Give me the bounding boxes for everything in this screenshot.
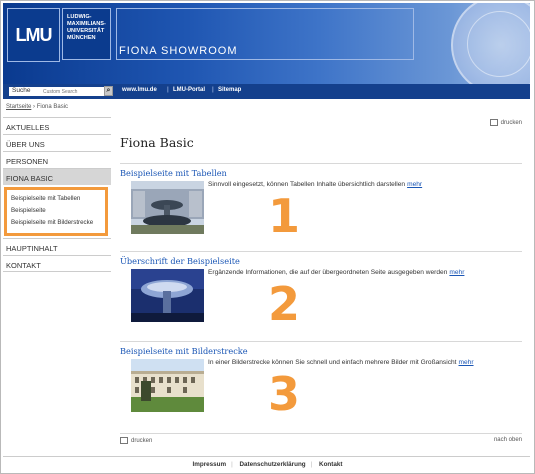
print-link-bottom[interactable]: drucken [120,437,152,444]
divider [120,341,522,342]
more-link[interactable]: mehr [459,359,474,366]
site-title: FIONA SHOWROOM [119,45,238,57]
top-navbar: Suche ⌕ www.lmu.de | LMU-Portal | Sitema… [3,84,530,99]
section-text: In einer Bilderstrecke können Sie schnel… [208,359,474,366]
university-name: LUDWIG- MAXIMILIANS- UNIVERSITÄT MÜNCHEN [62,8,111,60]
sidebar-item-hauptinhalt[interactable]: HAUPTINHALT [3,238,111,255]
footer-separator: | [231,461,233,468]
section-text: Sinnvoll eingesetzt, können Tabellen Inh… [208,181,423,188]
footer-link-datenschutz[interactable]: Datenschutzerklärung [240,461,306,468]
footer-separator: | [310,461,313,468]
nav-link-lmu[interactable]: www.lmu.de [122,87,157,93]
sidebar-item-aktuelles[interactable]: AKTUELLES [3,117,111,134]
breadcrumb-separator: › [33,104,36,110]
sidebar-submenu: Beispielseite mit Tabellen Beispielseite… [4,187,108,236]
submenu-item-beispielseite[interactable]: Beispielseite [11,206,105,216]
submenu-item-bilderstrecke[interactable]: Beispielseite mit Bilderstrecke [11,218,105,228]
breadcrumb-current: Fiona Basic [36,104,69,110]
page-title: Fiona Basic [120,135,194,150]
step-number: 3 [268,367,301,421]
more-link[interactable]: mehr [407,181,422,188]
sidebar-nav: AKTUELLES ÜBER UNS PERSONEN FIONA BASIC … [3,117,111,272]
university-building-image[interactable] [131,359,204,412]
teaser-section-2: Überschrift der Beispielseite Ergänzende… [120,256,522,336]
lmu-logo[interactable]: LMU [7,8,60,62]
step-number: 1 [268,189,301,243]
footer-link-impressum[interactable]: Impressum [193,461,227,468]
teaser-section-3: Beispielseite mit Bilderstrecke In einer… [120,346,522,426]
print-icon [489,119,498,126]
sidebar-item-fiona-basic[interactable]: FIONA BASIC [3,168,111,185]
sidebar-item-kontakt[interactable]: KONTAKT [3,255,111,272]
search-input[interactable] [43,87,103,96]
main-content: drucken Fiona Basic Beispielseite mit Ta… [120,117,522,452]
footer-link-kontakt[interactable]: Kontakt [319,461,342,468]
divider [120,433,522,434]
section-heading[interactable]: Überschrift der Beispielseite [120,256,240,266]
site-footer: Impressum | Datenschutzerklärung | Kontakt [0,461,535,468]
submenu-item-tabellen[interactable]: Beispielseite mit Tabellen [11,194,105,204]
fountain-image[interactable] [131,181,204,234]
breadcrumb-home[interactable]: Startseite [6,104,31,110]
search-button[interactable]: ⌕ [104,86,113,96]
teaser-section-1: Beispielseite mit Tabellen Sinnvoll eing… [120,168,522,248]
sidebar-item-personen[interactable]: PERSONEN [3,151,111,168]
print-icon [120,437,128,444]
divider [120,163,522,164]
site-header: LMU LUDWIG- MAXIMILIANS- UNIVERSITÄT MÜN… [3,3,530,84]
fountain-image[interactable] [131,269,204,322]
nav-link-portal[interactable]: LMU-Portal [173,87,205,93]
print-link-top[interactable]: drucken [489,119,522,126]
more-link[interactable]: mehr [449,269,464,276]
nav-separator: | [212,87,214,93]
nav-link-sitemap[interactable]: Sitemap [218,87,241,93]
sidebar-item-ueber-uns[interactable]: ÜBER UNS [3,134,111,151]
nav-separator: | [167,87,169,93]
section-text: Ergänzende Informationen, die auf der üb… [208,269,465,276]
section-heading[interactable]: Beispielseite mit Bilderstrecke [120,346,248,356]
breadcrumb: Startseite › Fiona Basic [6,104,68,110]
search-icon: ⌕ [106,87,111,94]
footer-divider [3,456,530,457]
section-heading[interactable]: Beispielseite mit Tabellen [120,168,227,178]
back-to-top-link[interactable]: nach oben [494,437,522,443]
university-seal-icon [451,3,530,84]
step-number: 2 [268,277,301,331]
bottom-links: drucken nach oben [120,437,522,444]
divider [120,251,522,252]
